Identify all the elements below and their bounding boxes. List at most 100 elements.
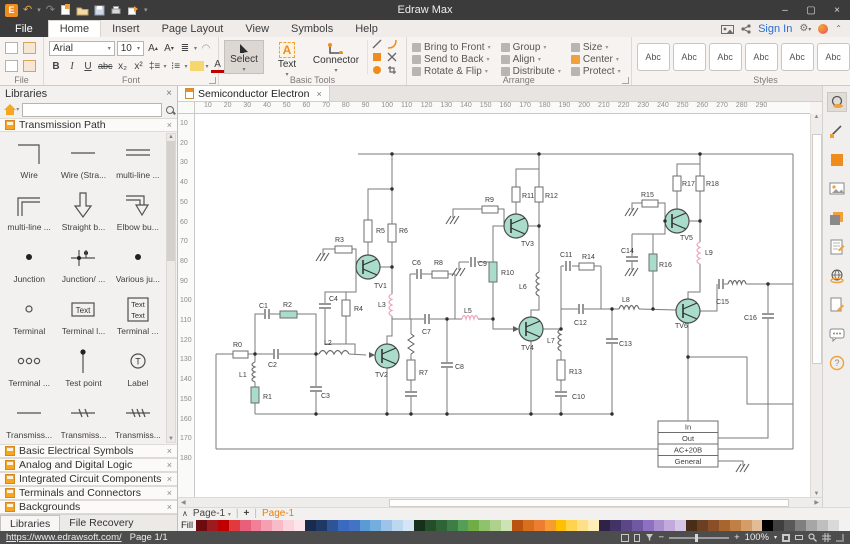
resistor[interactable] — [407, 360, 415, 380]
wire[interactable] — [677, 164, 700, 176]
fullscreen-view-icon[interactable] — [634, 534, 640, 542]
export-image-icon[interactable] — [721, 24, 734, 34]
wire[interactable] — [453, 209, 482, 218]
align-button[interactable]: ≣ — [178, 41, 192, 55]
collapse-pages-icon[interactable]: ∧ — [182, 509, 188, 518]
color-swatch[interactable] — [403, 520, 414, 531]
horizontal-scrollbar-thumb[interactable] — [389, 499, 789, 507]
symbol-terminal-l[interactable]: TextTerminal l... — [56, 290, 110, 342]
close-button[interactable]: × — [824, 0, 850, 20]
bullets-button[interactable]: ⁝≡ — [169, 59, 183, 73]
resistor[interactable] — [673, 176, 681, 191]
capacitor[interactable] — [606, 339, 618, 343]
color-swatch[interactable] — [479, 520, 490, 531]
color-swatch[interactable] — [381, 520, 392, 531]
inductor[interactable] — [536, 272, 539, 296]
collapse-ribbon-icon[interactable]: ⌃ — [835, 24, 842, 33]
resistor[interactable] — [280, 311, 297, 318]
color-swatch[interactable] — [370, 520, 381, 531]
color-swatch[interactable] — [632, 520, 643, 531]
capacitor[interactable] — [566, 261, 570, 271]
wire[interactable] — [632, 221, 665, 234]
resistor[interactable] — [642, 200, 658, 207]
freeform-tool-icon[interactable] — [385, 51, 399, 63]
color-swatch[interactable] — [762, 520, 773, 531]
zoom-dropdown-icon[interactable]: ▾ — [774, 534, 777, 541]
color-swatch[interactable] — [566, 520, 577, 531]
symbol-junction[interactable]: Junction/ ... — [56, 238, 110, 290]
capacitor[interactable] — [626, 257, 638, 261]
edrawsoft-link[interactable]: https://www.edrawsoft.com/ — [6, 532, 122, 543]
resistor[interactable] — [388, 224, 396, 242]
color-swatch[interactable] — [196, 520, 207, 531]
color-swatch[interactable] — [806, 520, 817, 531]
format-painter-icon[interactable] — [5, 42, 18, 54]
resistor[interactable] — [489, 262, 497, 282]
wire[interactable] — [658, 203, 665, 221]
wire[interactable] — [688, 264, 700, 299]
redo-icon[interactable]: ↷ — [46, 4, 55, 16]
library-home-dropdown-icon[interactable]: ▾ — [16, 106, 19, 113]
varistor[interactable] — [408, 334, 414, 354]
inductor[interactable] — [252, 362, 255, 382]
pan-icon[interactable] — [645, 533, 654, 542]
wire[interactable] — [387, 316, 392, 344]
color-swatch[interactable] — [556, 520, 567, 531]
resistor[interactable] — [512, 187, 520, 202]
page-select[interactable]: Page-1 ▾ — [193, 508, 231, 519]
symbol-transmiss[interactable]: Transmiss... — [111, 394, 165, 444]
settings-gear-icon[interactable]: ⚙▾ — [799, 23, 811, 34]
inductor[interactable] — [462, 316, 478, 320]
brush-icon[interactable] — [23, 42, 36, 54]
color-swatch[interactable] — [501, 520, 512, 531]
capacitor[interactable] — [405, 392, 417, 396]
library-section-integrated-circuit-components[interactable]: Integrated Circuit Components× — [0, 472, 177, 486]
wire[interactable] — [297, 314, 316, 354]
style-preview-4[interactable]: Abc — [745, 43, 778, 71]
section-close-icon[interactable]: × — [167, 446, 172, 456]
customize-toolbar-icon[interactable]: ▾ — [144, 6, 148, 14]
color-swatch[interactable] — [545, 520, 556, 531]
symbol-transmiss[interactable]: Transmiss... — [56, 394, 110, 444]
open-folder-icon[interactable] — [76, 5, 89, 16]
color-swatch[interactable] — [621, 520, 632, 531]
color-swatch[interactable] — [447, 520, 458, 531]
copy-icon[interactable] — [5, 60, 18, 72]
capacitor[interactable] — [417, 269, 421, 279]
symbol-terminal[interactable]: Terminal — [2, 290, 56, 342]
line-tool-icon[interactable] — [370, 38, 384, 50]
text-tool-button[interactable]: A Text▾ — [267, 40, 307, 74]
resistor[interactable] — [432, 271, 448, 278]
wire[interactable] — [516, 169, 539, 187]
capacitor[interactable] — [310, 387, 322, 391]
print-icon[interactable] — [110, 5, 122, 16]
color-swatch[interactable] — [708, 520, 719, 531]
line-spacing-button[interactable]: ‡≡ — [148, 59, 162, 73]
color-swatch[interactable] — [654, 520, 665, 531]
font-style-u[interactable]: U — [81, 59, 95, 73]
insert-picture-icon[interactable] — [827, 179, 847, 199]
section-close-icon[interactable]: × — [167, 474, 172, 484]
resistor[interactable] — [696, 176, 704, 191]
wire[interactable] — [700, 284, 717, 311]
normal-view-icon[interactable] — [621, 534, 629, 542]
library-home-icon[interactable] — [4, 104, 13, 115]
add-page-button[interactable]: + — [244, 508, 250, 519]
resistor[interactable] — [535, 187, 543, 202]
sidebar-tab-libraries[interactable]: Libraries — [0, 515, 60, 531]
capacitor[interactable] — [441, 363, 453, 367]
transistor[interactable] — [504, 214, 528, 238]
resistor[interactable] — [251, 387, 259, 403]
undo-dropdown-icon[interactable]: ▾ — [37, 6, 41, 14]
wire[interactable] — [346, 267, 356, 300]
color-swatch[interactable] — [316, 520, 327, 531]
transistor[interactable] — [665, 209, 689, 233]
resistor[interactable] — [342, 300, 350, 316]
color-swatch[interactable] — [468, 520, 479, 531]
arrange-align-button[interactable]: Align▾ — [501, 54, 561, 65]
library-section-analog-and-digital-logic[interactable]: Analog and Digital Logic× — [0, 458, 177, 472]
format-painter-icon[interactable] — [827, 121, 847, 141]
color-swatch[interactable] — [338, 520, 349, 531]
color-swatch[interactable] — [512, 520, 523, 531]
color-swatch[interactable] — [283, 520, 294, 531]
